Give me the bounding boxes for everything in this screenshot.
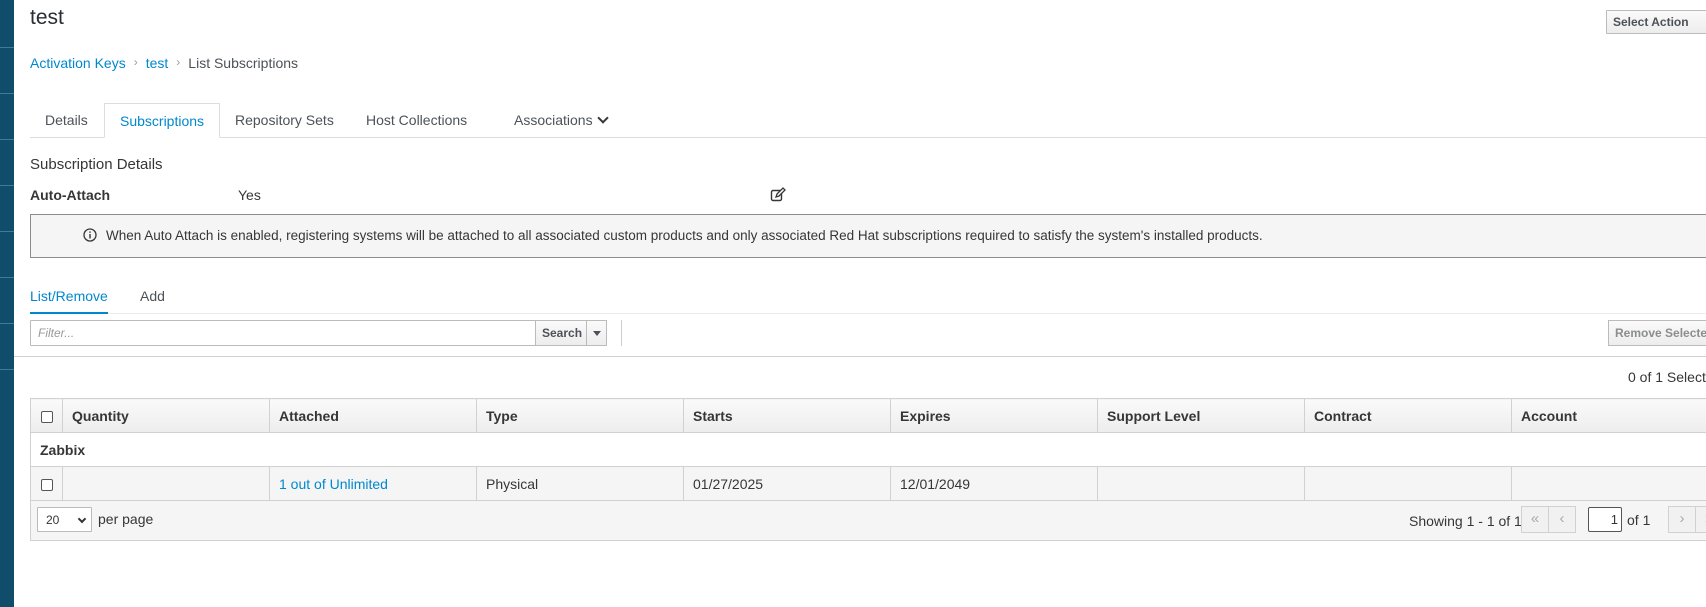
table-row: 1 out of Unlimited Physical 01/27/2025 1… [30, 466, 1706, 501]
column-account: Account [1511, 398, 1706, 433]
breadcrumb-activation-keys[interactable]: Activation Keys [30, 55, 126, 71]
subtab-add[interactable]: Add [140, 285, 165, 314]
page-of-label: of 1 [1627, 512, 1651, 528]
filter-input[interactable]: Filter... [30, 320, 536, 346]
breadcrumb: Activation Keys › test › List Subscripti… [30, 55, 298, 71]
subscription-details-heading: Subscription Details [30, 156, 163, 173]
auto-attach-info-alert: When Auto Attach is enabled, registering… [30, 214, 1706, 258]
left-nav-strip [0, 0, 14, 607]
remove-selected-button[interactable]: Remove Selected [1608, 320, 1706, 346]
nav-divider [0, 185, 14, 186]
column-quantity: Quantity [62, 398, 270, 433]
chevron-down-icon [77, 514, 87, 524]
next-page-button[interactable]: › [1668, 506, 1696, 533]
edit-icon[interactable] [770, 187, 786, 203]
subscriptions-table: Quantity Attached Type Starts Expires Su… [30, 398, 1706, 501]
cell-type: Physical [476, 466, 684, 501]
breadcrumb-current: List Subscriptions [188, 55, 299, 71]
info-text: When Auto Attach is enabled, registering… [106, 228, 1263, 243]
nav-divider [0, 323, 14, 324]
nav-divider [0, 139, 14, 140]
auto-attach-value: Yes [238, 187, 261, 203]
last-page-button[interactable]: » [1695, 506, 1706, 533]
first-page-button[interactable]: « [1521, 506, 1549, 533]
cell-account [1511, 466, 1706, 501]
breadcrumb-test[interactable]: test [146, 55, 169, 71]
cell-expires: 12/01/2049 [890, 466, 1098, 501]
breadcrumb-separator: › [133, 55, 138, 69]
column-support-level: Support Level [1097, 398, 1305, 433]
group-name: Zabbix [30, 432, 1706, 467]
table-header-row: Quantity Attached Type Starts Expires Su… [30, 398, 1706, 433]
column-attached: Attached [269, 398, 477, 433]
page-title: test [30, 6, 64, 29]
select-action-button[interactable]: Select Action [1606, 10, 1706, 34]
select-all-checkbox[interactable] [41, 410, 53, 423]
toolbar-divider [621, 320, 622, 346]
showing-count: Showing 1 - 1 of 1 [1409, 513, 1522, 529]
pagination-bar: 20 per page Showing 1 - 1 of 1 « ‹ 1 of … [30, 501, 1706, 541]
per-page-value: 20 [46, 513, 60, 527]
tab-associations[interactable]: Associations [499, 103, 622, 138]
cell-contract [1304, 466, 1512, 501]
nav-divider [0, 47, 14, 48]
prev-page-button[interactable]: ‹ [1548, 506, 1576, 533]
row-checkbox[interactable] [41, 478, 53, 491]
cell-support-level [1097, 466, 1305, 501]
column-expires: Expires [890, 398, 1098, 433]
subtab-list-remove[interactable]: List/Remove [30, 285, 108, 314]
select-all-cell [30, 398, 63, 433]
nav-divider [0, 277, 14, 278]
column-contract: Contract [1304, 398, 1512, 433]
tab-subscriptions[interactable]: Subscriptions [104, 103, 221, 138]
breadcrumb-separator: › [176, 55, 181, 69]
nav-divider [0, 231, 14, 232]
selection-count: 0 of 1 Selected [1628, 369, 1706, 385]
row-select-cell [30, 466, 63, 501]
chevron-down-icon [596, 112, 609, 124]
search-dropdown-toggle[interactable] [586, 320, 607, 346]
tab-associations-label: Associations [514, 112, 593, 128]
chevron-left-icon: ‹ [1559, 510, 1565, 527]
subtab-bar: List/Remove Add [30, 285, 1706, 314]
column-starts: Starts [683, 398, 891, 433]
nav-divider [0, 93, 14, 94]
search-button[interactable]: Search [535, 320, 587, 346]
table-group-row: Zabbix [30, 432, 1706, 467]
divider [14, 356, 1706, 357]
cell-starts: 01/27/2025 [683, 466, 891, 501]
per-page-label: per page [98, 511, 154, 527]
per-page-select[interactable]: 20 [37, 507, 92, 532]
tab-repository-sets[interactable]: Repository Sets [220, 103, 349, 138]
tab-bar: Details Subscriptions Repository Sets Ho… [30, 103, 1706, 138]
auto-attach-label: Auto-Attach [30, 187, 111, 203]
double-chevron-left-icon: « [1530, 510, 1540, 527]
nav-divider [0, 369, 14, 370]
cell-attached: 1 out of Unlimited [269, 466, 477, 501]
page-input[interactable]: 1 [1588, 507, 1622, 532]
column-type: Type [476, 398, 684, 433]
tab-host-collections[interactable]: Host Collections [351, 103, 482, 138]
chevron-right-icon: › [1679, 510, 1685, 527]
info-icon [83, 228, 97, 242]
cell-quantity [62, 466, 270, 501]
attached-link[interactable]: 1 out of Unlimited [279, 476, 388, 492]
tab-details[interactable]: Details [30, 103, 103, 138]
